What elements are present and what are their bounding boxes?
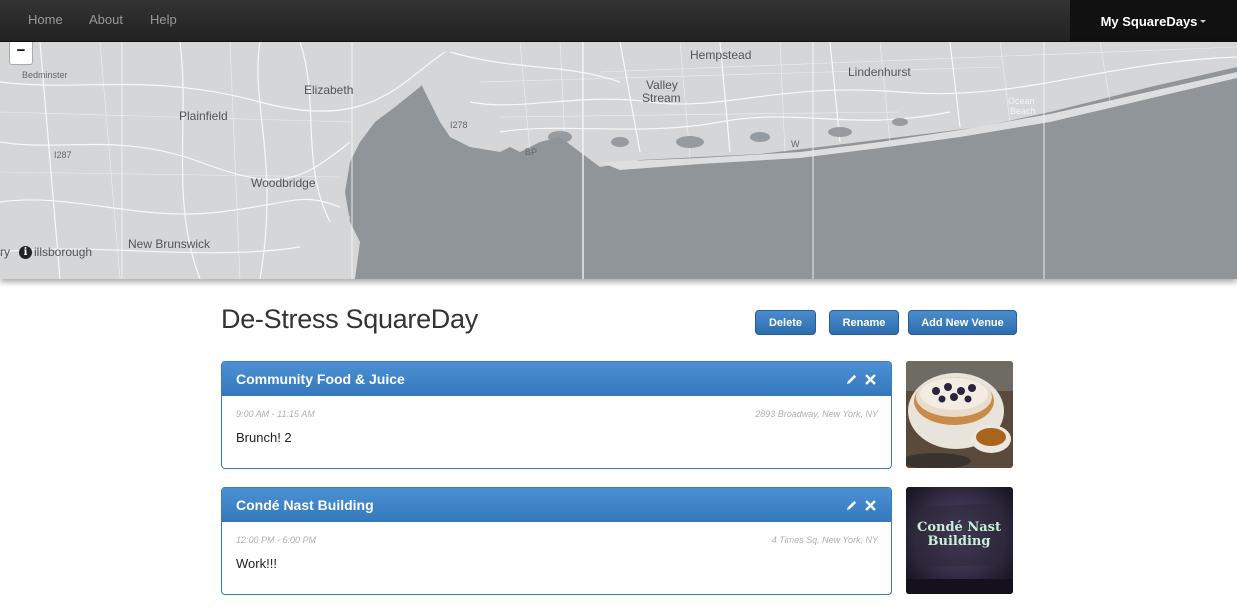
zoom-out-button[interactable]: − <box>9 42 33 65</box>
venue-body: 9:00 AM - 11:15 AM 2893 Broadway, New Yo… <box>222 396 891 468</box>
user-menu-dropdown[interactable]: My SquareDays <box>1070 0 1237 42</box>
venue-note: Work!!! <box>236 556 277 571</box>
delete-button[interactable]: Delete <box>755 310 816 335</box>
rename-button[interactable]: Rename <box>829 310 899 335</box>
venue-time: 12:00 PM - 6:00 PM <box>236 535 317 545</box>
add-new-venue-button[interactable]: Add New Venue <box>908 310 1017 335</box>
map-label-ocean: Ocean <box>1008 96 1035 106</box>
user-menu-label: My SquareDays <box>1100 13 1198 29</box>
map-label-new-brunswick: New Brunswick <box>128 237 211 251</box>
venue-body: 12:00 PM - 6:00 PM 4 Times Sq, New York,… <box>222 522 891 594</box>
pencil-icon[interactable] <box>845 373 858 386</box>
venue-card: Condé Nast Building 12:00 PM - 6:00 PM 4… <box>221 487 892 595</box>
venue-address: 2893 Broadway, New York, NY <box>755 409 878 419</box>
map-view[interactable]: Bedminster Elizabeth Plainfield Woodbrid… <box>0 42 1237 279</box>
venue-photo-conde-nast-sign[interactable]: Condé Nast Building <box>906 487 1013 594</box>
pencil-icon[interactable] <box>845 499 858 512</box>
sign-line-2: Building <box>928 534 991 549</box>
venue-name: Community Food & Juice <box>236 371 405 387</box>
top-navbar: Home About Help My SquareDays <box>0 0 1237 42</box>
close-icon[interactable] <box>864 499 877 512</box>
venue-photo-pancakes[interactable] <box>906 361 1013 468</box>
map-label-hempstead: Hempstead <box>690 48 752 62</box>
venue-note: Brunch! 2 <box>236 430 292 445</box>
nav-help[interactable]: Help <box>150 12 177 27</box>
venue-name: Condé Nast Building <box>236 497 374 513</box>
venue-address: 4 Times Sq, New York, NY <box>771 535 878 545</box>
nav-about[interactable]: About <box>89 12 123 27</box>
map-label-lindenhurst: Lindenhurst <box>848 65 911 79</box>
map-label-hillsborough: illsborough <box>34 245 93 259</box>
info-icon[interactable]: i <box>19 246 32 259</box>
venue-header: Condé Nast Building <box>222 488 891 522</box>
map-label-bedminster: Bedminster <box>22 70 68 80</box>
map-label-bp: BP <box>525 147 538 157</box>
sign-line-1: Condé Nast <box>917 520 1001 535</box>
page-title: De-Stress SquareDay <box>221 304 478 334</box>
nav-home[interactable]: Home <box>28 12 63 27</box>
map-label-woodbridge: Woodbridge <box>251 176 316 190</box>
map-label-valley: Valley <box>646 78 678 92</box>
map-label-beach: Beach <box>1010 106 1036 116</box>
venue-card: Community Food & Juice 9:00 AM - 11:15 A… <box>221 361 892 469</box>
venue-time: 9:00 AM - 11:15 AM <box>236 409 315 419</box>
map-label-partial: ry <box>0 245 10 259</box>
map-label-w: W <box>791 139 800 149</box>
close-icon[interactable] <box>864 373 877 386</box>
venue-header: Community Food & Juice <box>222 362 891 396</box>
map-label-stream: Stream <box>642 91 681 105</box>
map-label-elizabeth: Elizabeth <box>304 83 354 97</box>
map-label-i287: I287 <box>54 150 72 160</box>
chevron-down-icon <box>1200 19 1207 23</box>
map-label-plainfield: Plainfield <box>179 109 228 123</box>
map-label-i278: I278 <box>450 120 468 130</box>
